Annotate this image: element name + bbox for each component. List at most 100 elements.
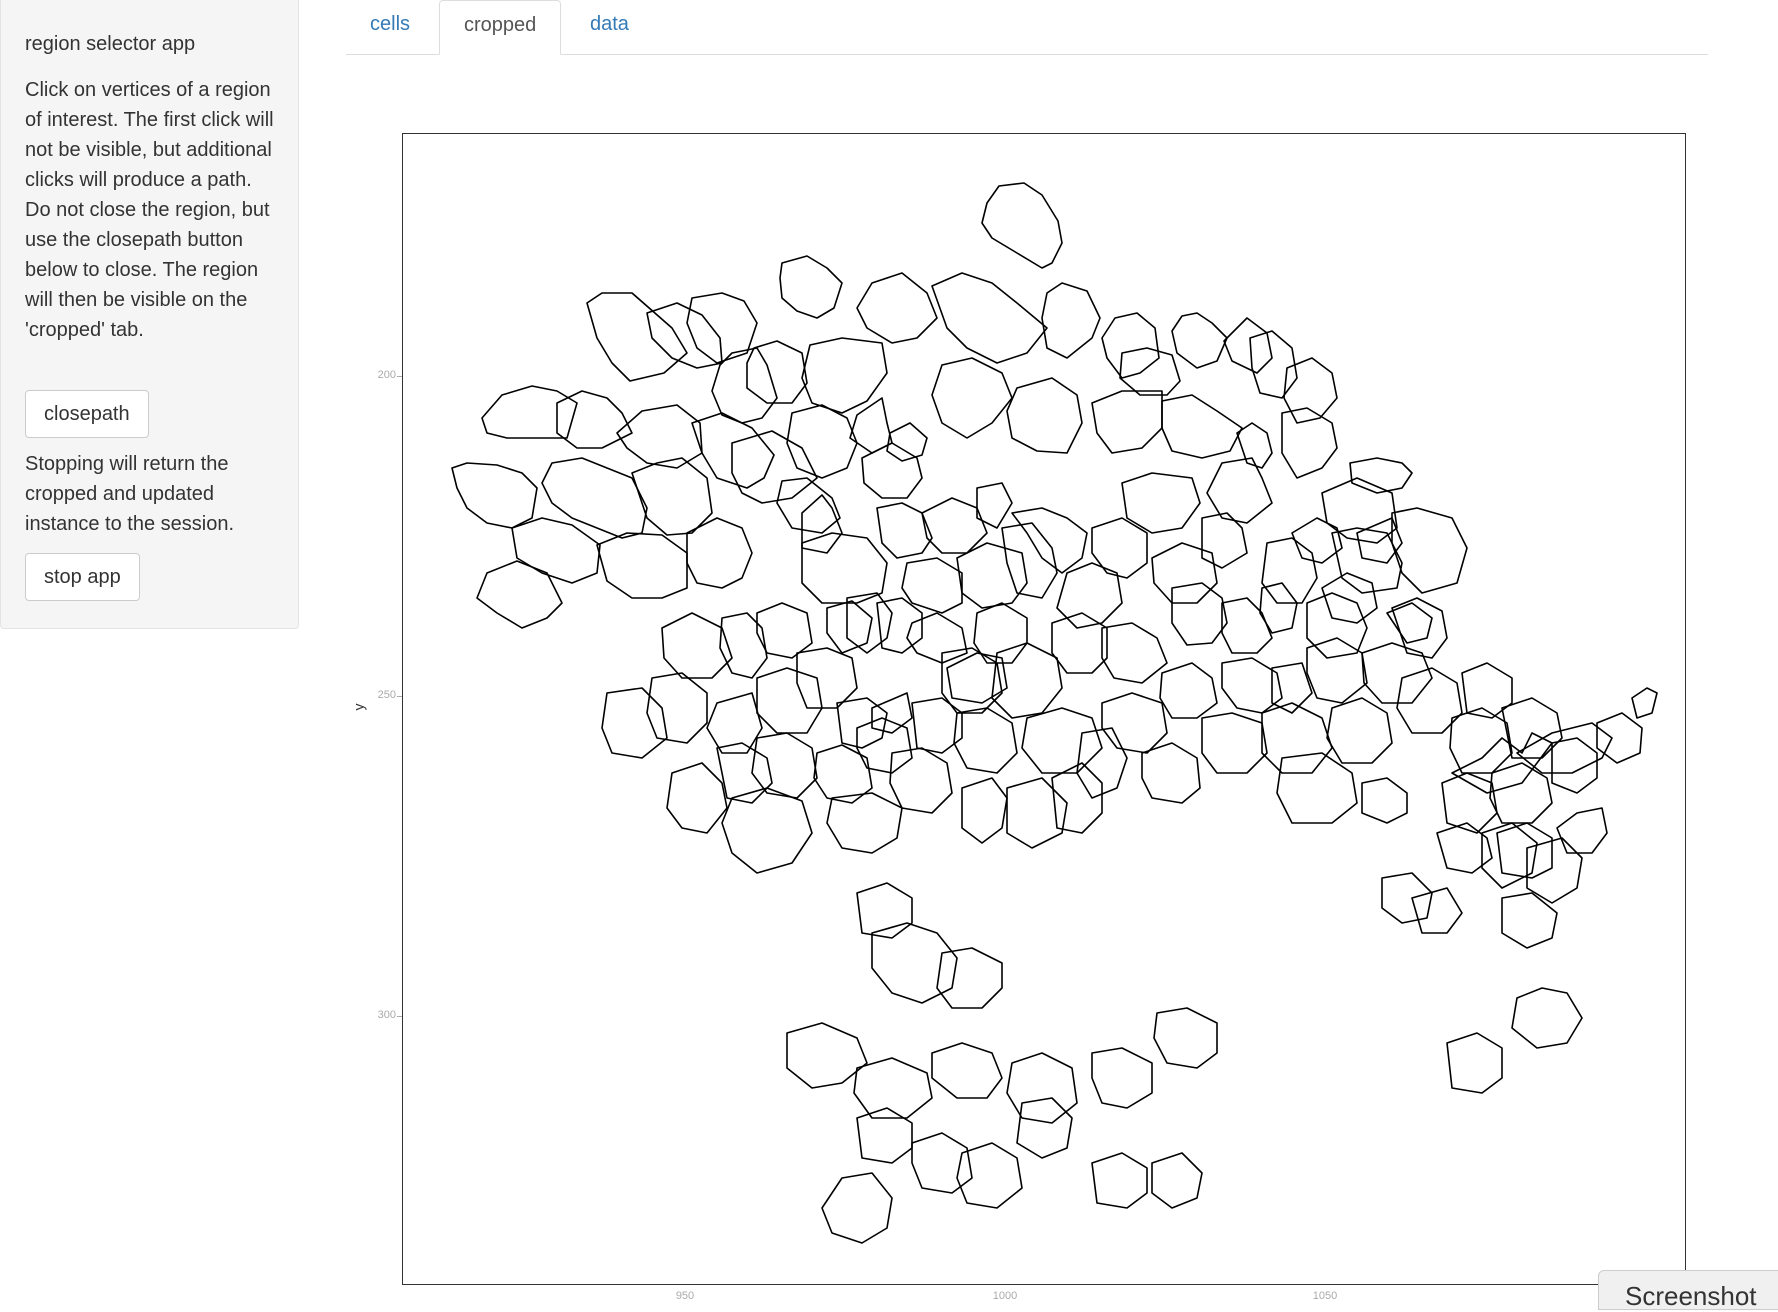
cell-outline — [1221, 597, 1273, 654]
cell-outline — [1121, 472, 1201, 534]
tab-cropped[interactable]: cropped — [439, 0, 562, 55]
cell-outline — [1291, 517, 1343, 564]
cell-outline — [911, 1132, 973, 1194]
cell-outline — [1556, 807, 1608, 854]
cell-outline — [511, 517, 601, 584]
cell-outline — [686, 292, 758, 364]
cell-outline — [1006, 377, 1083, 454]
cell-outline — [931, 1042, 1003, 1099]
cell-outline — [936, 947, 1003, 1009]
x-tick-label: 1050 — [1312, 1290, 1338, 1302]
cell-outline — [721, 787, 813, 874]
cell-outline — [1161, 394, 1243, 459]
cell-outline — [1041, 282, 1101, 359]
cell-outline — [1411, 887, 1463, 934]
cell-outline — [1001, 522, 1058, 599]
cell-outline — [1091, 1152, 1148, 1209]
cell-outline — [1119, 347, 1181, 396]
cell-outline — [666, 762, 728, 834]
cell-outline — [1436, 822, 1493, 874]
screenshot-button[interactable]: Screenshot — [1598, 1270, 1778, 1311]
cell-outline — [1051, 612, 1108, 674]
cell-outline — [646, 672, 708, 744]
cell-outline — [1091, 517, 1148, 579]
cell-outline — [476, 560, 563, 629]
cell-outline — [961, 777, 1008, 844]
cell-outline — [931, 357, 1013, 439]
cell-outline — [686, 517, 753, 589]
tab-bar: cells cropped data — [346, 0, 1708, 55]
cell-outline — [1223, 317, 1273, 374]
cell-outline — [953, 707, 1018, 774]
stop-note-text: Stopping will return the cropped and upd… — [25, 453, 235, 535]
stop-app-button[interactable]: stop app — [25, 553, 140, 601]
cell-outline — [876, 597, 923, 654]
cell-outline — [1361, 777, 1408, 824]
cell-outline — [1261, 702, 1333, 774]
x-tick-label: 950 — [675, 1290, 695, 1302]
cell-outline — [1153, 1007, 1218, 1069]
cell-outline — [1526, 837, 1583, 904]
cell-outline — [1281, 407, 1338, 479]
cell-outline — [1101, 312, 1160, 379]
cell-outline — [731, 430, 818, 504]
cell-outline — [586, 292, 688, 382]
cell-outline — [801, 532, 888, 604]
cell-outline — [1201, 712, 1268, 774]
tab-cells[interactable]: cells — [346, 0, 434, 54]
cell-outline — [616, 404, 703, 469]
cell-outline — [941, 647, 1003, 714]
cell-outline — [1171, 312, 1228, 369]
cell-outline — [861, 442, 923, 499]
cell-outline — [751, 732, 818, 799]
cell-outline — [756, 667, 823, 734]
cell-outline — [1101, 692, 1168, 754]
cell-outline — [1259, 582, 1298, 634]
cell-outline — [1021, 707, 1103, 774]
cell-outline — [906, 612, 968, 664]
closepath-button[interactable]: closepath — [25, 390, 149, 438]
cell-outline — [856, 1107, 913, 1164]
cell-outline — [801, 337, 888, 414]
cell-outline — [1461, 662, 1513, 719]
cell-outline — [481, 385, 578, 439]
cell-outline — [1159, 662, 1218, 719]
cell-outline — [853, 1057, 933, 1119]
cell-outline — [981, 182, 1063, 269]
cell-outline — [1631, 687, 1658, 719]
cell-outline — [1361, 642, 1433, 704]
x-tick-label: 1000 — [992, 1290, 1018, 1302]
cell-outline — [991, 642, 1063, 719]
cell-outline — [1511, 987, 1583, 1049]
cell-outline — [1449, 707, 1513, 774]
cell-outline — [451, 462, 538, 529]
cell-outline — [1091, 1047, 1153, 1109]
tab-data[interactable]: data — [566, 0, 653, 54]
cell-outline — [1101, 622, 1168, 684]
cell-outline — [889, 747, 953, 814]
y-tick-label: 300 — [377, 1009, 396, 1021]
cell-outline — [856, 272, 938, 344]
cell-outline — [541, 457, 648, 539]
cell-outline — [821, 1172, 893, 1244]
cell-outline — [746, 340, 808, 404]
cell-outline — [1489, 762, 1553, 824]
cell-outline — [826, 600, 873, 654]
cell-outline — [1151, 542, 1218, 604]
cell-outline — [1271, 662, 1313, 714]
cell-outline — [1321, 572, 1378, 624]
cell-outline — [786, 404, 858, 479]
cell-outline — [1306, 592, 1368, 659]
instructions-text: Click on vertices of a region of interes… — [25, 79, 274, 341]
cell-outline — [946, 652, 1008, 704]
cell-outline — [596, 532, 688, 599]
cell-outline — [1091, 390, 1163, 454]
cell-outline — [1221, 657, 1283, 714]
cell-outline — [931, 272, 1048, 364]
cell-outline — [886, 422, 928, 462]
cell-outline — [1446, 1032, 1503, 1094]
cell-outline — [1381, 872, 1433, 924]
cell-outline — [826, 792, 903, 854]
cell-outline — [1141, 742, 1201, 804]
cell-outline — [601, 687, 668, 759]
